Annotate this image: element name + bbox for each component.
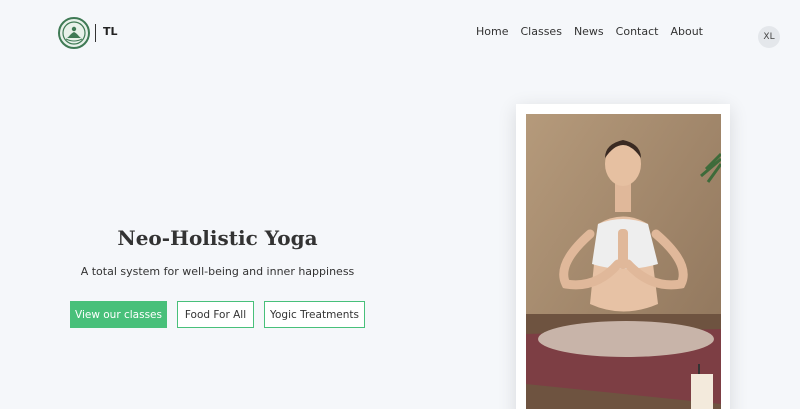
- food-for-all-button[interactable]: Food For All: [177, 301, 254, 328]
- meditation-image: [526, 114, 721, 409]
- brand-name[interactable]: TL: [103, 25, 118, 38]
- nav-contact[interactable]: Contact: [616, 25, 659, 38]
- lotus-emblem-icon: [62, 21, 86, 45]
- hero-photo-card: [516, 104, 730, 409]
- hero-title: Neo-Holistic Yoga: [117, 226, 318, 250]
- logo-icon[interactable]: [58, 17, 90, 49]
- hero-subtitle: A total system for well-being and inner …: [80, 265, 355, 278]
- main-nav: Home Classes News Contact About: [476, 25, 703, 38]
- view-classes-button[interactable]: View our classes: [70, 301, 167, 328]
- brand-divider: [95, 24, 96, 42]
- user-avatar[interactable]: XL: [758, 26, 780, 48]
- yogic-treatments-button[interactable]: Yogic Treatments: [264, 301, 365, 328]
- nav-about[interactable]: About: [670, 25, 703, 38]
- nav-classes[interactable]: Classes: [520, 25, 561, 38]
- page: TL Home Classes News Contact About XL Ne…: [0, 0, 800, 409]
- nav-news[interactable]: News: [574, 25, 604, 38]
- hero-photo: [526, 114, 721, 409]
- nav-home[interactable]: Home: [476, 25, 508, 38]
